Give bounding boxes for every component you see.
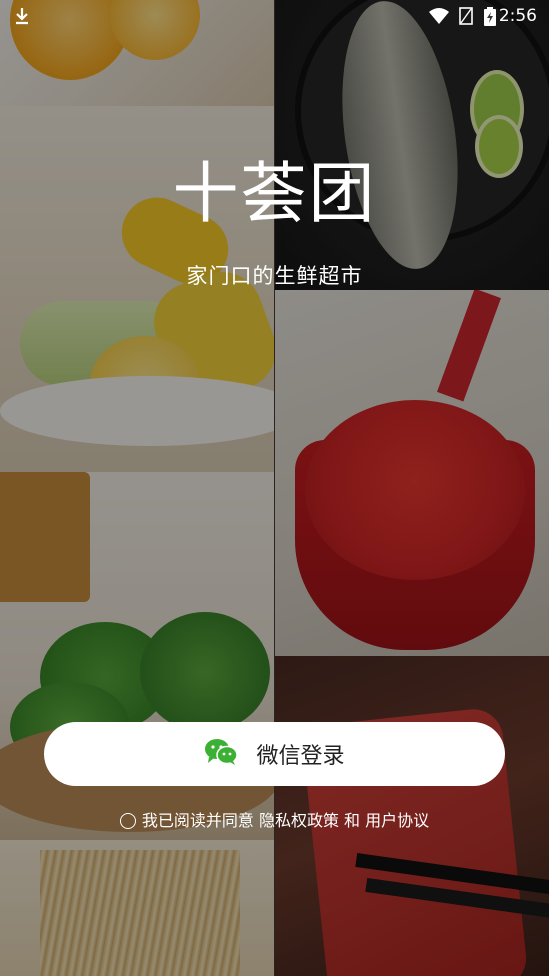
agreement-row: 我已阅读并同意 隐私权政策 和 用户协议 [0,807,549,831]
user-agreement-link[interactable]: 用户协议 [365,811,429,830]
status-bar: 2:56 [0,0,549,32]
wechat-login-label: 微信登录 [256,744,345,769]
wechat-icon [204,738,239,770]
background-photo-strawberries [275,290,549,656]
no-sim-icon [459,7,473,29]
brand-header: 十荟团 家门口的生鲜超市 [0,140,549,290]
app-logo: 十荟团 [172,155,377,232]
wechat-login-button[interactable]: 微信登录 [44,722,505,786]
agreement-prefix: 我已阅读并同意 [141,811,254,830]
privacy-policy-link[interactable]: 隐私权政策 [259,811,339,830]
agreement-conjunction: 和 [344,811,361,830]
wifi-icon [428,7,450,29]
brand-tagline: 家门口的生鲜超市 [186,264,363,288]
download-icon [14,7,30,29]
background-photo-wheat [0,840,274,976]
agree-checkbox[interactable] [119,813,136,829]
status-time: 2:56 [498,6,537,26]
battery-charging-icon [484,7,496,30]
